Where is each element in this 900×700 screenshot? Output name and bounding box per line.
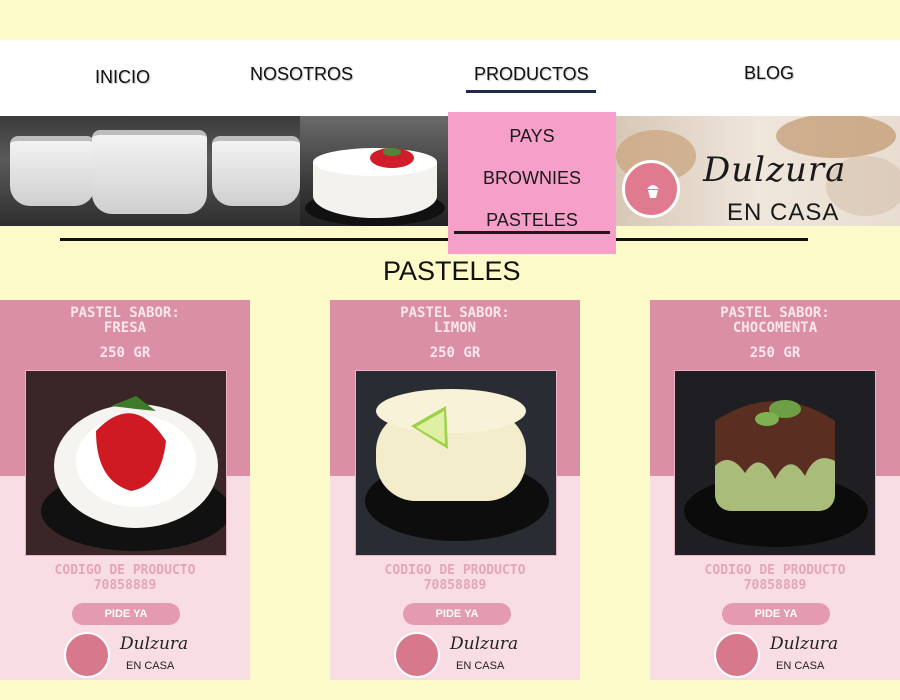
- brand-subtitle: EN CASA: [727, 199, 840, 226]
- nav-active-indicator: [466, 90, 596, 93]
- strawberry-cake-image: [26, 371, 226, 555]
- product-card: PASTEL SABOR: LIMON 250 GR CODIGO DE PRO…: [330, 300, 580, 680]
- product-code: 70858889: [743, 578, 807, 593]
- main-nav: INICIO NOSOTROS PRODUCTOS BLOG: [0, 40, 900, 116]
- card-brand-script: Dulzura: [450, 634, 519, 654]
- dropdown-item-brownies[interactable]: BROWNIES: [448, 168, 616, 189]
- cup-shape: [10, 136, 95, 206]
- dropdown-item-pasteles[interactable]: PASTELES: [448, 210, 616, 231]
- order-button[interactable]: PIDE YA: [722, 603, 830, 625]
- chocomint-cake-image: [675, 371, 875, 555]
- brand-logo: [622, 160, 680, 218]
- card-brand-logo: [64, 632, 110, 678]
- section-title: PASTELES: [383, 256, 521, 286]
- product-name-line2: FRESA: [103, 320, 147, 336]
- product-weight: 250 GR: [429, 345, 481, 361]
- product-code-label: CODIGO DE PRODUCTO: [704, 563, 846, 578]
- cup-shape: [92, 130, 207, 214]
- productos-dropdown: PAYS BROWNIES PASTELES: [448, 112, 616, 254]
- banner-photo-cups: [0, 116, 300, 226]
- lemon-cake-image: [356, 371, 556, 555]
- cake-illustration: [305, 148, 445, 226]
- brand-script-name: Dulzura: [703, 150, 847, 190]
- nav-item-blog[interactable]: BLOG: [744, 63, 794, 84]
- card-brand-script: Dulzura: [770, 634, 839, 654]
- cupcake-icon: [647, 185, 659, 198]
- product-name: PASTEL SABOR: CHOCOMENTA: [650, 306, 900, 336]
- product-name: PASTEL SABOR: LIMON: [330, 306, 580, 336]
- product-name-line1: PASTEL SABOR:: [400, 305, 510, 321]
- product-name-line1: PASTEL SABOR:: [720, 305, 830, 321]
- product-name-line1: PASTEL SABOR:: [70, 305, 180, 321]
- product-name-line2: CHOCOMENTA: [732, 320, 818, 336]
- product-photo[interactable]: [25, 370, 227, 556]
- product-code-label: CODIGO DE PRODUCTO: [54, 563, 196, 578]
- product-card: PASTEL SABOR: FRESA 250 GR CODIGO DE PRO…: [0, 300, 250, 680]
- product-card: PASTEL SABOR: CHOCOMENTA 250 GR CODIGO D…: [650, 300, 900, 680]
- product-name: PASTEL SABOR: FRESA: [0, 306, 250, 336]
- dropdown-item-pays[interactable]: PAYS: [448, 126, 616, 147]
- nav-item-nosotros[interactable]: NOSOTROS: [250, 64, 353, 85]
- section-divider: [60, 238, 808, 241]
- dropdown-selected-indicator: [454, 231, 610, 234]
- nav-item-inicio[interactable]: INICIO: [95, 67, 150, 88]
- top-strip: [0, 0, 900, 40]
- card-brand-subtitle: EN CASA: [126, 660, 175, 672]
- card-brand-logo: [394, 632, 440, 678]
- nav-item-productos[interactable]: PRODUCTOS: [474, 64, 589, 85]
- product-code-label: CODIGO DE PRODUCTO: [384, 563, 526, 578]
- card-brand-logo: [714, 632, 760, 678]
- order-button[interactable]: PIDE YA: [403, 603, 511, 625]
- product-code: 70858889: [93, 578, 157, 593]
- order-button[interactable]: PIDE YA: [72, 603, 180, 625]
- product-weight: 250 GR: [749, 345, 801, 361]
- product-weight: 250 GR: [99, 345, 151, 361]
- card-brand-subtitle: EN CASA: [776, 660, 825, 672]
- product-name-line2: LIMON: [433, 320, 477, 336]
- card-brand-script: Dulzura: [120, 634, 189, 654]
- cup-shape: [212, 136, 300, 206]
- card-brand-subtitle: EN CASA: [456, 660, 505, 672]
- banner-photo-cake: [300, 116, 450, 226]
- product-photo[interactable]: [355, 370, 557, 556]
- product-code: 70858889: [423, 578, 487, 593]
- product-photo[interactable]: [674, 370, 876, 556]
